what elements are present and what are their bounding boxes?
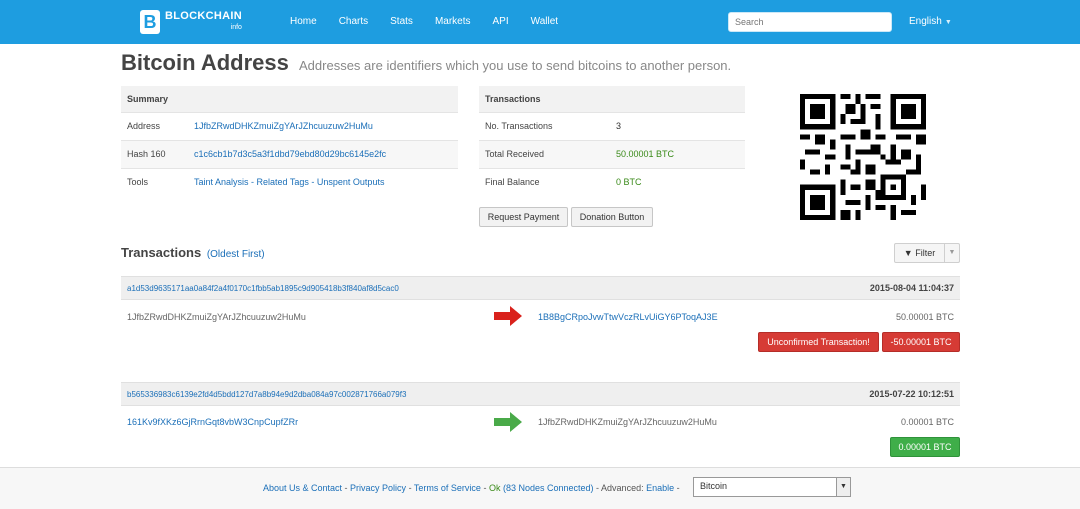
main-nav: Home Charts Stats Markets API Wallet [279, 0, 569, 44]
filter-icon: ▼ [903, 248, 913, 258]
summary-heading: Summary [121, 86, 458, 112]
transactions-summary-heading: Transactions [479, 86, 745, 112]
filter-dropdown[interactable]: ▼ Filter ▼ [894, 243, 960, 263]
transaction-header: b565336983c6139e2fd4d5bdd127d7a8b94e9d2d… [121, 382, 960, 406]
transactions-heading-text: Transactions [121, 245, 202, 260]
incoming-arrow-icon [494, 412, 522, 432]
qr-code-image [800, 94, 926, 220]
footer-separator: - [406, 483, 414, 493]
blockchain-logo-icon [140, 10, 160, 34]
total-received-value: 50.00001 BTC [610, 139, 745, 168]
about-contact-link[interactable]: About Us & Contact [263, 483, 342, 493]
transaction-amount: 50.00001 BTC [895, 312, 954, 322]
request-payment-button[interactable]: Request Payment [479, 207, 568, 227]
brand-logo-link[interactable]: BLOCKCHAIN info [140, 9, 242, 35]
language-label: English [909, 16, 942, 27]
nav-charts[interactable]: Charts [328, 0, 379, 44]
brand-title: BLOCKCHAIN [165, 10, 242, 22]
no-transactions-label: No. Transactions [479, 111, 610, 140]
top-navbar: BLOCKCHAIN info Home Charts Stats Market… [0, 0, 1080, 44]
total-received-label: Total Received [479, 139, 610, 168]
summary-table: Summary Address 1JfbZRwdDHKZmuiZgYArJZhc… [121, 86, 458, 196]
chevron-down-icon: ▼ [836, 478, 850, 496]
taint-analysis-link[interactable]: Taint Analysis [194, 177, 249, 187]
filter-label: Filter [915, 248, 936, 258]
transaction-hash-link[interactable]: b565336983c6139e2fd4d5bdd127d7a8b94e9d2d… [127, 390, 406, 399]
footer-links: About Us & Contact - Privacy Policy - Te… [263, 483, 680, 493]
final-balance-value: 0 BTC [610, 167, 745, 196]
transactions-heading: Transactions (Oldest First) [121, 245, 265, 260]
transaction-to-address-link[interactable]: 1B8BgCRpoJvwTtwVczRLvUiGY6PToqAJ3E [538, 312, 718, 322]
tools-label: Tools [121, 167, 188, 196]
nav-markets[interactable]: Markets [424, 0, 482, 44]
unspent-outputs-link[interactable]: Unspent Outputs [317, 177, 385, 187]
chevron-down-icon: ▼ [944, 19, 952, 26]
nav-home[interactable]: Home [279, 0, 328, 44]
page-title: Bitcoin Address Addresses are identifier… [121, 50, 731, 76]
brand-subtitle: info [230, 24, 242, 31]
transaction-net-amount-badge[interactable]: -50.00001 BTC [882, 332, 960, 352]
hash160-label: Hash 160 [121, 139, 188, 168]
currency-select[interactable]: Bitcoin ▼ [693, 477, 851, 497]
terms-of-service-link[interactable]: Terms of Service [414, 483, 481, 493]
transactions-summary-table: Transactions No. Transactions 3 Total Re… [479, 86, 745, 196]
filter-button[interactable]: ▼ Filter [895, 244, 945, 262]
currency-select-value: Bitcoin [700, 481, 728, 491]
nodes-connected-link[interactable]: (83 Nodes Connected) [503, 483, 594, 493]
transaction-amount: 0.00001 BTC [900, 417, 954, 427]
advanced-label: Advanced: [601, 483, 644, 493]
transaction-time: 2015-08-04 11:04:37 [869, 283, 954, 293]
oldest-first-link[interactable]: (Oldest First) [207, 249, 265, 260]
nav-api[interactable]: API [482, 0, 520, 44]
transaction-header: a1d53d9635171aa0a84f2a4f0170c1fbb5ab1895… [121, 276, 960, 300]
tools-separator: - [248, 177, 257, 188]
transaction-from-address: 1JfbZRwdDHKZmuiZgYArJZhcuuzuw2HuMu [127, 312, 306, 322]
no-transactions-value: 3 [610, 111, 745, 140]
footer: About Us & Contact - Privacy Policy - Te… [0, 467, 1080, 509]
chevron-down-icon[interactable]: ▼ [945, 244, 959, 262]
donation-button[interactable]: Donation Button [571, 207, 653, 227]
node-status-ok: Ok [488, 483, 501, 493]
page-title-text: Bitcoin Address [121, 50, 289, 75]
address-label: Address [121, 111, 188, 140]
transaction-to-address: 1JfbZRwdDHKZmuiZgYArJZhcuuzuw2HuMu [538, 417, 717, 427]
brand-name: BLOCKCHAIN info [165, 11, 242, 33]
footer-separator: - [342, 483, 351, 493]
search-input[interactable] [728, 12, 892, 32]
nav-wallet[interactable]: Wallet [520, 0, 569, 44]
footer-separator: - [593, 483, 602, 493]
outgoing-arrow-icon [494, 306, 522, 326]
transaction-from-address-link[interactable]: 161Kv9fXKz6GjRrnGqt8vbW3CnpCupfZRr [127, 417, 298, 427]
page-subtitle: Addresses are identifiers which you use … [299, 58, 732, 73]
nav-stats[interactable]: Stats [379, 0, 424, 44]
hash160-link[interactable]: c1c6cb1b7d3c5a3f1dbd79ebd80d29bc6145e2fc [194, 149, 386, 159]
advanced-enable-link[interactable]: Enable [646, 483, 674, 493]
related-tags-link[interactable]: Related Tags [257, 177, 309, 187]
unconfirmed-transaction-badge[interactable]: Unconfirmed Transaction! [758, 332, 879, 352]
transaction-hash-link[interactable]: a1d53d9635171aa0a84f2a4f0170c1fbb5ab1895… [127, 284, 399, 293]
language-dropdown[interactable]: English ▼ [909, 0, 952, 45]
transaction-time: 2015-07-22 10:12:51 [869, 389, 954, 399]
privacy-policy-link[interactable]: Privacy Policy [350, 483, 406, 493]
footer-separator: - [480, 483, 489, 493]
address-link[interactable]: 1JfbZRwdDHKZmuiZgYArJZhcuuzuw2HuMu [194, 121, 373, 131]
transaction-net-amount-badge[interactable]: 0.00001 BTC [890, 437, 960, 457]
footer-separator: - [674, 483, 680, 493]
tools-separator: - [308, 177, 317, 188]
final-balance-label: Final Balance [479, 167, 610, 196]
